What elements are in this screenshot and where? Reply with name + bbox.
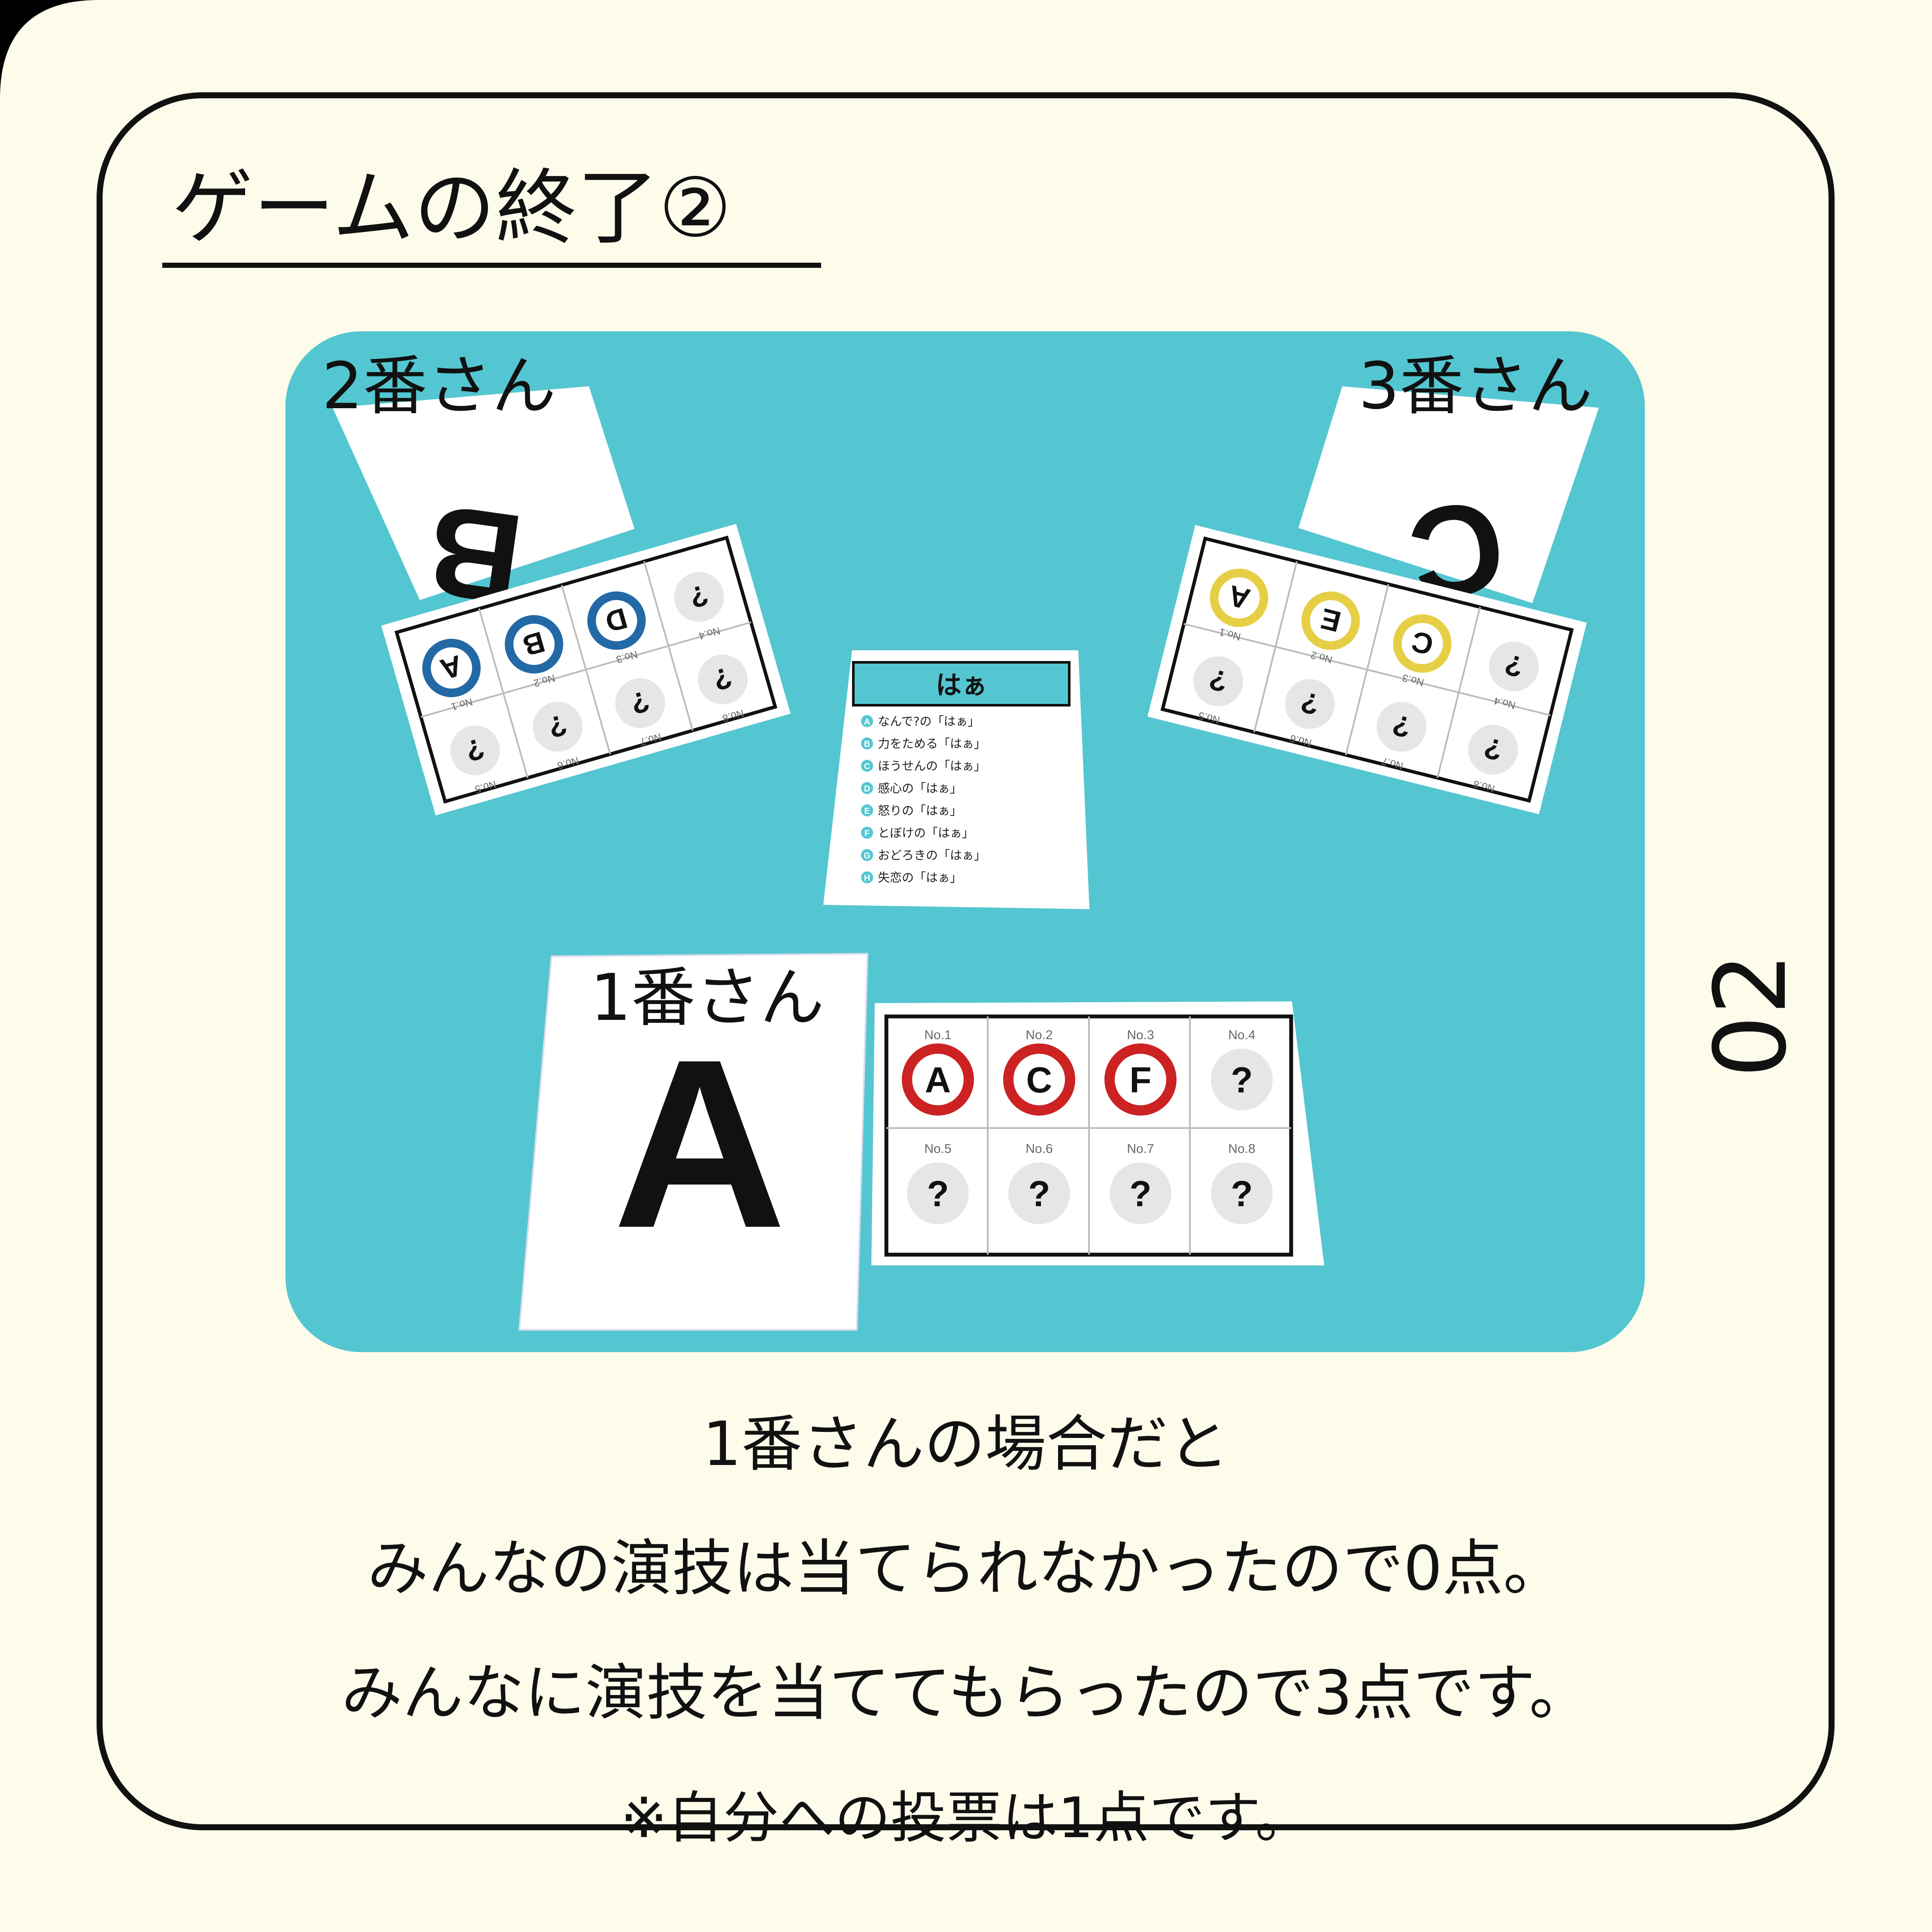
cell-number: No.4	[1228, 1028, 1255, 1042]
theme-card: はぁ A なんで?の「はぁ」 B 力をためる「はぁ」 C ほうせんの「はぁ」 D 感心の「はぁ…	[823, 650, 1089, 909]
theme-item-key: D	[864, 784, 870, 794]
cell-number: No.8	[1228, 1142, 1255, 1156]
vote-mark: C	[1026, 1060, 1052, 1100]
theme-item-text: 怒りの「はぁ」	[878, 804, 962, 818]
theme-item-key: G	[864, 851, 870, 861]
game-rules-page: A No.1 A No.2 C No.3 F No.4? No.5? No.6? No.7? No.…	[0, 0, 1932, 1932]
theme-item-text: とぼけの「はぁ」	[878, 826, 974, 840]
theme-item-text: おどろきの「はぁ」	[878, 848, 986, 862]
theme-item-text: 失恋の「はぁ」	[878, 870, 962, 885]
player3-label: 3番さん	[1359, 349, 1593, 424]
player1-letter: A	[613, 1009, 786, 1278]
theme-item-text: 力をためる「はぁ」	[878, 737, 986, 751]
player1-label: 1番さん	[590, 961, 825, 1035]
cell-number: No.2	[1025, 1028, 1052, 1042]
vote-mark: F	[1129, 1060, 1151, 1100]
cell-number: No.1	[924, 1028, 951, 1042]
theme-item: B 力をためる「はぁ」	[861, 737, 986, 751]
theme-item-text: 感心の「はぁ」	[878, 781, 962, 795]
vote-mark: ?	[1231, 1060, 1253, 1100]
player1-score-sheet: No.1 A No.2 C No.3 F No.4? No.5? No.6? No.7? No.8?	[871, 1001, 1324, 1265]
caption-block: 1番さんの場合だと みんなの演技は当てられなかったので0点。 みんなに演技を当て…	[129, 1382, 1803, 1880]
theme-item-text: ほうせんの「はぁ」	[878, 759, 986, 773]
caption-line: 1番さんの場合だと	[702, 1409, 1229, 1480]
title-underline	[162, 263, 821, 268]
theme-item-key: B	[864, 740, 870, 749]
theme-item: C ほうせんの「はぁ」	[861, 759, 986, 773]
theme-item: F とぼけの「はぁ」	[861, 826, 974, 840]
theme-card-title: はぁ	[936, 670, 987, 701]
theme-item-text: なんで?の「はぁ」	[878, 714, 980, 728]
theme-item-key: E	[864, 807, 870, 816]
theme-item: A なんで?の「はぁ」	[861, 714, 980, 728]
cell-number: No.7	[1127, 1142, 1154, 1156]
vote-mark: ?	[1231, 1174, 1253, 1214]
caption-line: みんなに演技を当ててもらったので3点です。	[341, 1658, 1590, 1729]
cell-number: No.5	[924, 1142, 951, 1156]
theme-item-key: C	[864, 762, 870, 771]
vote-mark: ?	[1129, 1174, 1151, 1214]
theme-item-key: F	[864, 829, 870, 838]
cell-number: No.3	[1127, 1028, 1154, 1042]
theme-item: G おどろきの「はぁ」	[861, 848, 986, 862]
vote-mark: ?	[1028, 1174, 1050, 1214]
page-number: 02	[1694, 952, 1808, 1078]
theme-item-key: A	[864, 717, 870, 727]
vote-mark: ?	[927, 1174, 949, 1214]
vote-mark: A	[925, 1060, 951, 1100]
page-title: ゲームの終了②	[172, 161, 732, 255]
caption-line: みんなの演技は当てられなかったので0点。	[367, 1533, 1565, 1604]
caption-note: ※自分への投票は1点です。	[620, 1785, 1311, 1850]
theme-item-key: H	[864, 873, 870, 883]
player2-label: 2番さん	[322, 349, 556, 424]
cell-number: No.6	[1025, 1142, 1052, 1156]
